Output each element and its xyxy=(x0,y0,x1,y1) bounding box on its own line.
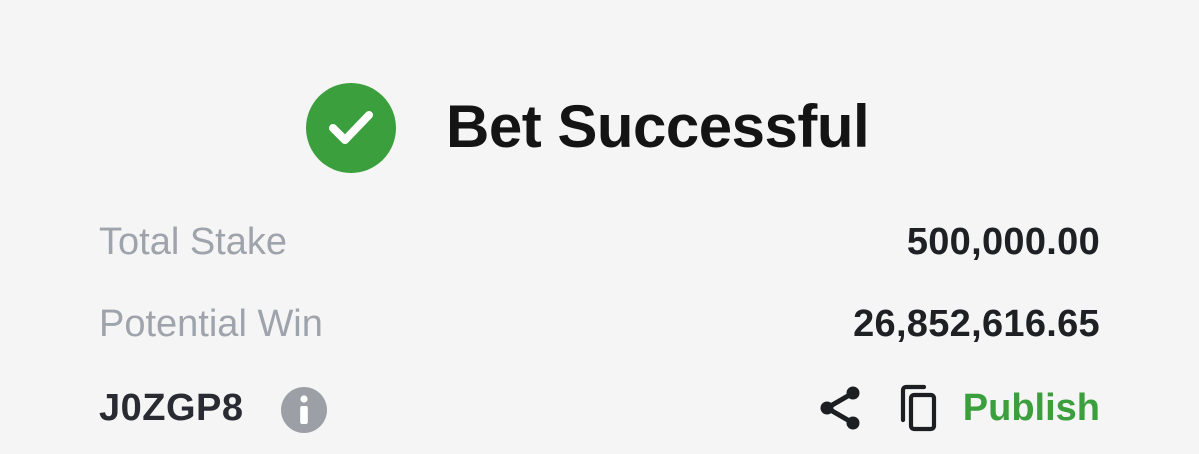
info-icon[interactable] xyxy=(281,387,327,433)
share-icon[interactable] xyxy=(817,383,863,433)
copy-icon[interactable] xyxy=(897,383,939,433)
page-title: Bet Successful xyxy=(446,93,870,160)
booking-code-row: J0ZGP8 Publish xyxy=(99,378,1100,438)
bet-success-header: Bet Successful xyxy=(0,65,1199,173)
booking-actions: Publish xyxy=(817,378,1100,438)
booking-code: J0ZGP8 xyxy=(99,387,244,429)
total-stake-label: Total Stake xyxy=(99,221,287,263)
total-stake-row: Total Stake 500,000.00 xyxy=(99,212,1100,272)
potential-win-value: 26,852,616.65 xyxy=(853,303,1100,345)
total-stake-value: 500,000.00 xyxy=(906,221,1100,263)
potential-win-label: Potential Win xyxy=(99,303,323,345)
potential-win-row: Potential Win 26,852,616.65 xyxy=(99,294,1100,354)
publish-button[interactable]: Publish xyxy=(963,378,1100,438)
check-circle-icon xyxy=(306,83,396,173)
